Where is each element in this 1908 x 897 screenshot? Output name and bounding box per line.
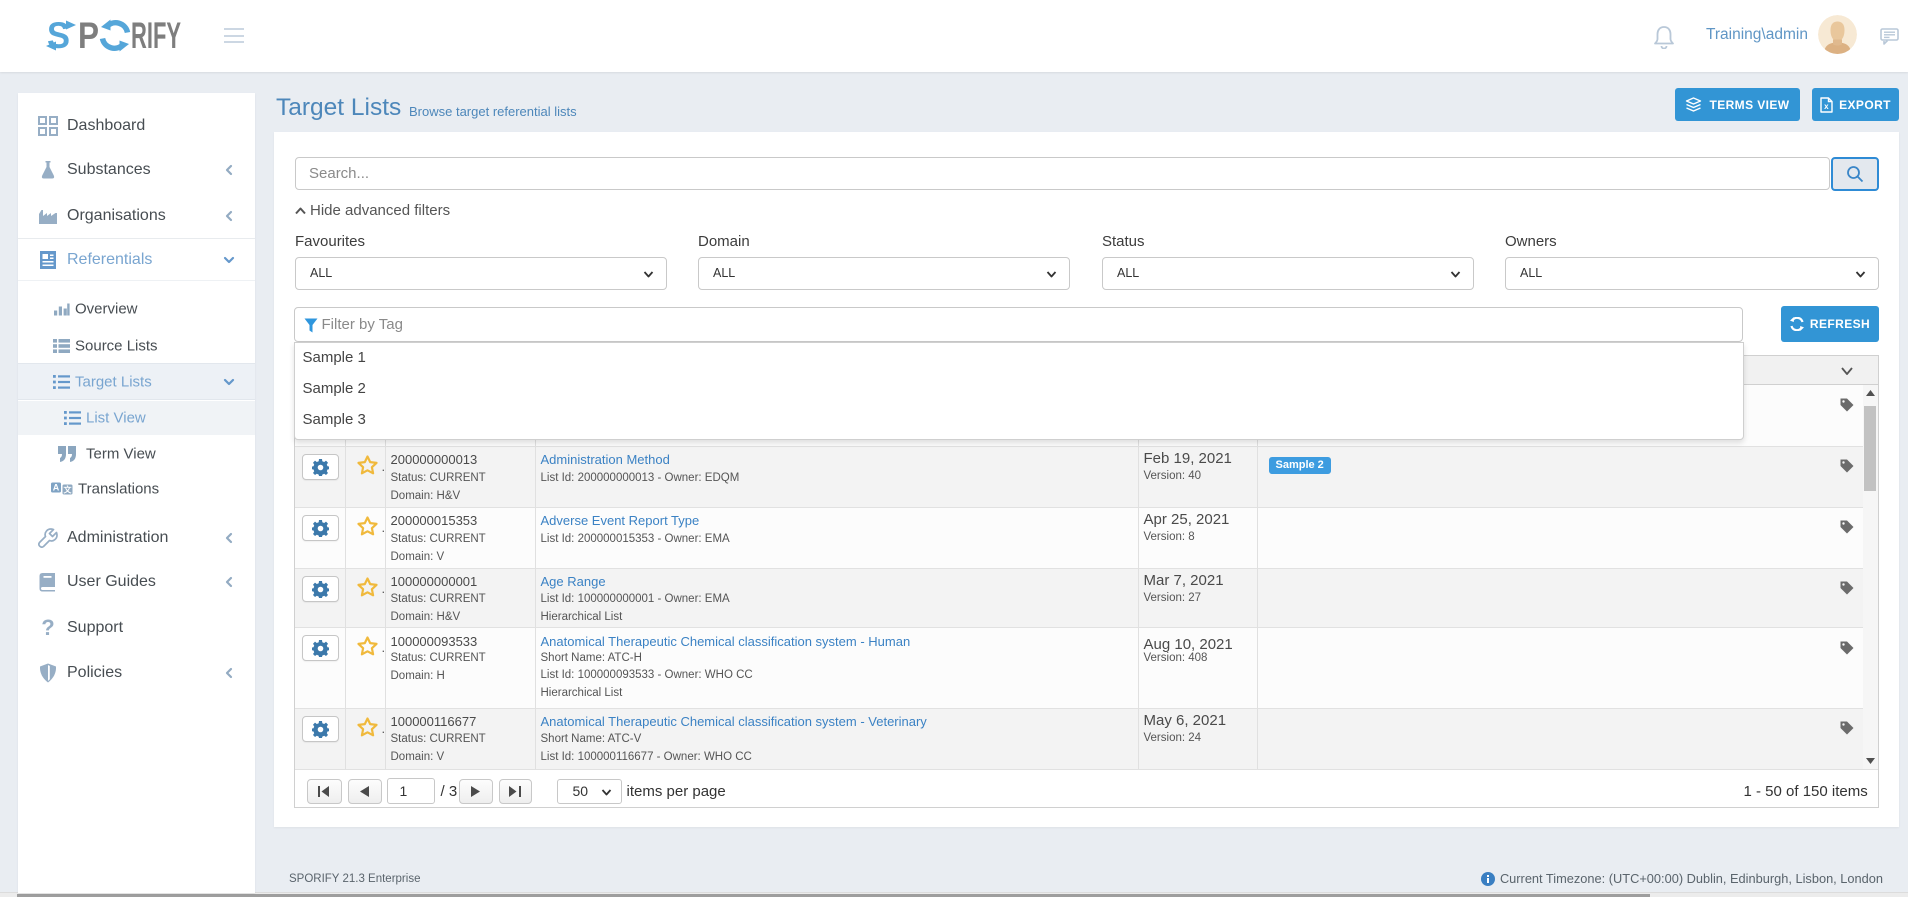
svg-text:x: x bbox=[1824, 102, 1829, 111]
svg-text:文: 文 bbox=[64, 485, 73, 495]
svg-text:RIFY: RIFY bbox=[131, 16, 181, 56]
svg-text:A: A bbox=[53, 483, 60, 493]
svg-text:P: P bbox=[78, 16, 99, 56]
